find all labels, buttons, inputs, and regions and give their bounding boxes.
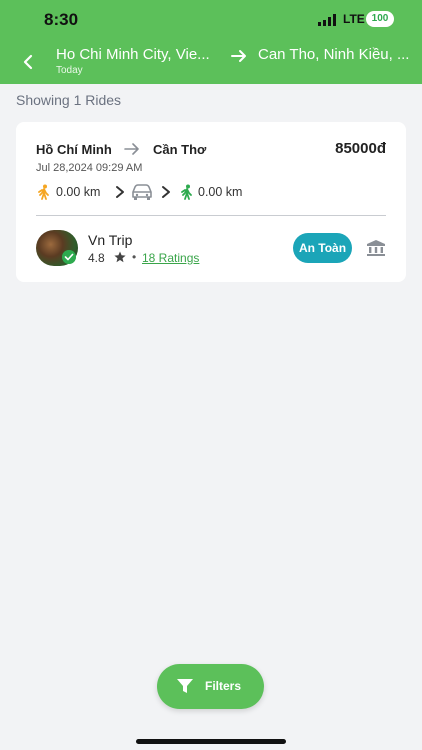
arrow-right-icon	[231, 50, 246, 62]
results-count: Showing 1 Rides	[16, 92, 122, 108]
ride-datetime: Jul 28,2024 09:29 AM	[36, 162, 143, 174]
walk-from-dropoff-distance: 0.00 km	[198, 185, 243, 199]
top-bar: 8:30 LTE 100 Ho Chi Minh City, Vie... To…	[0, 0, 422, 84]
bank-icon	[367, 240, 385, 256]
car-icon	[132, 184, 152, 200]
ride-price: 85000đ	[335, 140, 386, 157]
star-icon	[114, 251, 126, 263]
status-time: 8:30	[44, 10, 79, 29]
filter-icon	[177, 679, 193, 693]
home-indicator	[136, 739, 286, 744]
divider	[36, 215, 386, 216]
chevron-left-icon[interactable]	[18, 52, 38, 72]
ratings-link[interactable]: 18 Ratings	[142, 251, 199, 265]
signal-icon	[318, 14, 336, 26]
destination-city[interactable]: Can Tho, Ninh Kiều, ...	[258, 46, 418, 63]
chevron-right-icon	[162, 186, 170, 198]
driver-name: Vn Trip	[88, 232, 133, 248]
chevron-right-icon	[116, 186, 124, 198]
trip-date: Today	[56, 65, 83, 76]
safety-badge: An Toàn	[293, 233, 352, 263]
origin-city[interactable]: Ho Chi Minh City, Vie...	[56, 46, 222, 63]
status-bar: 8:30 LTE 100	[0, 0, 422, 40]
arrow-right-icon	[124, 143, 139, 155]
filters-button[interactable]: Filters	[157, 664, 264, 709]
walking-person-icon	[181, 184, 192, 200]
network-type: LTE	[343, 12, 365, 26]
battery-indicator: 100	[366, 11, 394, 27]
walk-to-pickup-distance: 0.00 km	[56, 185, 101, 199]
filters-label: Filters	[205, 679, 242, 693]
ride-card[interactable]: Hồ Chí Minh Cần Thơ 85000đ Jul 28,2024 0…	[16, 122, 406, 282]
ride-origin: Hồ Chí Minh	[36, 142, 112, 157]
verified-check-icon	[62, 250, 76, 264]
driver-rating: 4.8	[88, 251, 105, 265]
ride-destination: Cần Thơ	[153, 142, 207, 157]
separator-dot: •	[132, 250, 137, 264]
walking-person-icon	[38, 184, 49, 200]
